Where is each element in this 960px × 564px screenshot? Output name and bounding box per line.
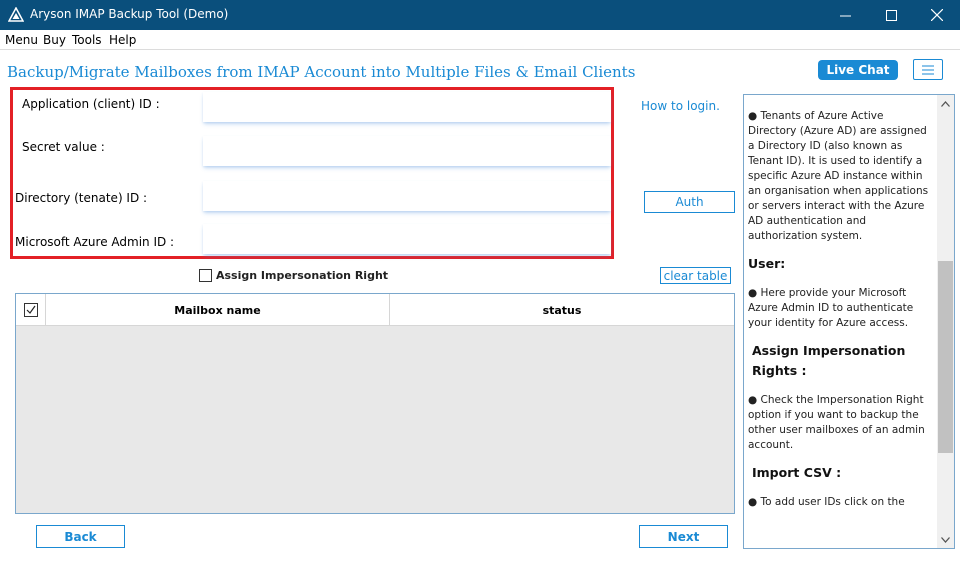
close-icon — [931, 9, 943, 21]
directory-id-input[interactable] — [203, 181, 611, 211]
chevron-up-icon — [941, 100, 950, 107]
impersonation-label: Assign Impersonation Right — [216, 269, 389, 282]
close-button[interactable] — [914, 0, 960, 30]
menu-item-tools[interactable]: Tools — [72, 33, 102, 47]
maximize-icon — [885, 9, 897, 21]
maximize-button[interactable] — [868, 0, 914, 30]
menu-item-buy[interactable]: Buy — [43, 33, 66, 47]
admin-id-label: Microsoft Azure Admin ID : — [15, 235, 175, 249]
page-title: Backup/Migrate Mailboxes from IMAP Accou… — [7, 63, 636, 81]
select-all-cell — [16, 294, 46, 326]
scroll-up-button[interactable] — [937, 95, 954, 112]
window-title: Aryson IMAP Backup Tool (Demo) — [30, 7, 229, 21]
live-chat-button[interactable]: Live Chat — [818, 60, 898, 80]
help-scrollbar[interactable] — [937, 95, 954, 548]
menu-bar: Menu Buy Tools Help — [0, 30, 960, 50]
menu-item-help[interactable]: Help — [109, 33, 136, 47]
admin-id-input[interactable] — [203, 224, 611, 254]
table-header: Mailbox name status — [16, 294, 734, 326]
clear-table-button[interactable]: clear table — [660, 267, 731, 284]
auth-button[interactable]: Auth — [644, 191, 735, 213]
minimize-button[interactable] — [822, 0, 868, 30]
secret-value-input[interactable] — [203, 136, 611, 166]
scroll-thumb[interactable] — [938, 261, 953, 453]
help-panel: ● Tenants of Azure Active Directory (Azu… — [743, 94, 955, 549]
mailbox-table: Mailbox name status — [15, 293, 735, 514]
help-csv-text: ● To add user IDs click on the — [748, 496, 905, 508]
directory-id-label: Directory (tenate) ID : — [15, 191, 148, 205]
impersonation-checkbox[interactable] — [199, 269, 212, 282]
select-all-checkbox[interactable] — [23, 303, 38, 317]
help-impersonation-text: ● Check the Impersonation Right option i… — [748, 394, 925, 451]
minimize-icon — [839, 15, 851, 16]
hamburger-menu-button[interactable] — [913, 59, 943, 80]
client-id-label: Application (client) ID : — [22, 97, 160, 111]
help-intro-text: ● Tenants of Azure Active Directory (Azu… — [748, 110, 929, 242]
help-user-heading: User: — [748, 256, 786, 271]
help-user-text: ● Here provide your Microsoft Azure Admi… — [748, 287, 914, 329]
back-button[interactable]: Back — [36, 525, 125, 548]
column-header-mailbox-name[interactable]: Mailbox name — [46, 294, 390, 326]
client-id-input[interactable] — [203, 92, 611, 122]
help-impersonation-heading: Assign Impersonation Rights : — [752, 343, 906, 378]
help-content: ● Tenants of Azure Active Directory (Azu… — [748, 109, 934, 518]
impersonation-checkbox-row[interactable]: Assign Impersonation Right — [199, 269, 388, 282]
secret-value-label: Secret value : — [22, 140, 105, 154]
chevron-down-icon — [941, 536, 950, 543]
checkmark-icon — [26, 305, 35, 314]
app-logo-icon — [8, 7, 24, 22]
scroll-down-button[interactable] — [937, 531, 954, 548]
credentials-highlight-box: Application (client) ID : Secret value :… — [10, 87, 614, 259]
next-button[interactable]: Next — [639, 525, 728, 548]
title-bar: Aryson IMAP Backup Tool (Demo) — [0, 0, 960, 30]
help-csv-heading: Import CSV : — [752, 465, 842, 480]
how-to-login-link[interactable]: How to login. — [641, 99, 720, 113]
menu-item-menu[interactable]: Menu — [5, 33, 38, 47]
column-header-status[interactable]: status — [390, 294, 734, 326]
hamburger-icon — [922, 65, 934, 74]
